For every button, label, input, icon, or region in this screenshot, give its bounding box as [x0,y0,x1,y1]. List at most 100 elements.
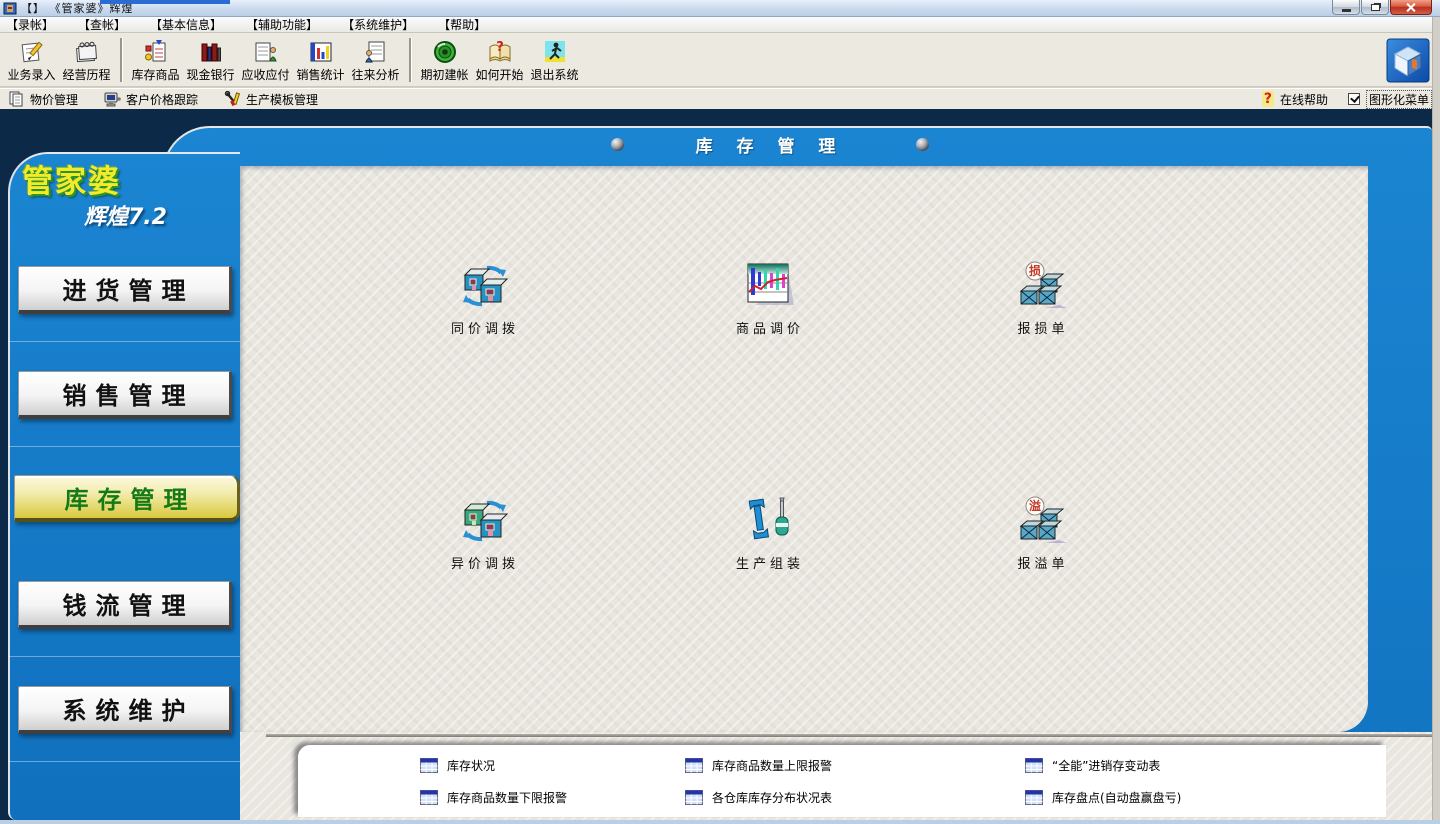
minimize-button[interactable] [1332,0,1360,15]
table-icon [1025,758,1043,773]
toolbar-separator [409,38,411,82]
main-area: 管家婆 辉煌7.2 进货管理 销售管理 库存管理 钱流管理 系统维护 库 存 管… [0,109,1440,824]
graphic-menu-label[interactable]: 图形化菜单 [1366,90,1432,109]
icon-goods-price-adjust[interactable]: 商品调价 [700,261,840,337]
window-bottom-border [0,820,1440,824]
sidebar-divider [8,341,240,342]
toolbar-exit-system[interactable]: 退出系统 [527,35,582,85]
sidebar-item-sales[interactable]: 销售管理 [18,371,232,419]
pencil-paper-icon [19,39,45,65]
menu-record[interactable]: 【录帐】 [6,16,54,33]
table-icon [685,758,703,773]
brand-name: 管家婆 [22,156,222,201]
sidebar-item-cashflow[interactable]: 钱流管理 [18,581,232,629]
goods-page-icon [143,39,169,65]
report-warehouse-distribution[interactable]: 各仓库库存分布状况表 [685,781,1025,813]
close-icon [1406,2,1416,12]
close-button[interactable] [1390,0,1432,15]
table-icon [1025,790,1043,805]
question-book-icon: ? [487,39,513,65]
monitor-icon [104,91,121,107]
target-icon [432,39,458,65]
subtoolbar-production-template[interactable]: 生产模板管理 [224,91,318,108]
sidebar-divider [8,446,240,447]
menu-system-maintain[interactable]: 【系统维护】 [342,16,414,33]
menu-bar: 【录帐】 【查帐】 【基本信息】 【辅助功能】 【系统维护】 【帮助】 [0,17,1440,33]
online-help-link[interactable]: 在线帮助 [1280,91,1328,108]
sidebar-divider [8,761,240,762]
sub-toolbar: 物价管理 客户价格跟踪 生产模板管理 ? 在线帮助 [0,88,1440,109]
cash-books-icon [198,39,224,65]
toolbar-initial-setup[interactable]: 期初建帐 [417,35,472,85]
table-icon [420,790,438,805]
toolbar: 业务录入 经营历程 库存商品 [0,33,1440,87]
lower-strip: 库存状况 库存商品数量上限报警 “全能”进销 [240,732,1432,820]
menu-query[interactable]: 【查帐】 [78,16,126,33]
tools-icon [224,91,241,107]
page-figure-icon [363,39,389,65]
window-right-border [1432,17,1440,824]
horizontal-divider [266,734,1432,737]
brand-logo: 管家婆 辉煌7.2 [22,156,222,231]
svg-text:溢: 溢 [1029,498,1041,513]
icon-diff-price-transfer[interactable]: 异价调拨 [415,496,555,572]
app-icon [3,1,17,15]
toolbar-separator [120,38,122,82]
svg-text:?: ? [496,40,504,55]
sidebar-item-purchase[interactable]: 进货管理 [18,266,232,314]
brand-version: 辉煌7.2 [84,199,222,231]
content-paper-area [240,166,1368,732]
icon-production-assembly[interactable]: 生产组装 [700,496,840,572]
page-title: 库 存 管 理 [696,132,845,157]
page-title-row: 库 存 管 理 [206,131,1334,157]
exit-runner-icon [542,39,568,65]
menu-aux-functions[interactable]: 【辅助功能】 [246,16,318,33]
toolbar-business-entry[interactable]: 业务录入 [4,35,59,85]
minimize-icon [1342,9,1351,12]
brand-cube-icon [1386,37,1430,83]
bar-chart-icon [308,39,334,65]
price-chart-icon [742,261,798,311]
icon-same-price-transfer[interactable]: 同价调拨 [415,261,555,337]
toolbar-cash-bank[interactable]: 现金银行 [183,35,238,85]
damage-boxes-icon: 损 [1015,261,1071,311]
toolbar-receivable-payable[interactable]: 应收应付 [238,35,293,85]
report-inventory-status[interactable]: 库存状况 [420,749,685,781]
icon-overflow-report[interactable]: 溢 报溢单 [973,496,1113,572]
title-bar: 【】 《管家婆》辉煌 [0,0,1440,17]
sphere-icon [611,138,624,151]
documents-icon [8,91,25,107]
report-lower-limit-alert[interactable]: 库存商品数量下限报警 [420,781,685,813]
restore-icon [1371,4,1380,11]
toolbar-business-history[interactable]: 经营历程 [59,35,114,85]
page-person-icon [253,39,279,65]
report-omnipotent-change-table[interactable]: “全能”进销存变动表 [1025,749,1386,781]
sidebar-item-inventory[interactable]: 库存管理 [14,475,240,522]
menu-help[interactable]: 【帮助】 [438,16,486,33]
titlebar-accent [100,0,230,4]
subtoolbar-customer-price-tracking[interactable]: 客户价格跟踪 [104,91,198,108]
report-stocktaking[interactable]: 库存盘点(自动盘赢盘亏) [1025,781,1386,813]
graphic-menu-checkbox[interactable] [1348,93,1360,105]
sidebar-divider [8,656,240,657]
help-question-icon: ? [1262,91,1274,107]
toolbar-transaction-analysis[interactable]: 往来分析 [348,35,403,85]
toolbar-how-to-start[interactable]: ? 如何开始 [472,35,527,85]
table-icon [420,758,438,773]
icon-damage-report[interactable]: 损 报损单 [973,261,1113,337]
overflow-boxes-icon: 溢 [1015,496,1071,546]
menu-basic-info[interactable]: 【基本信息】 [150,16,222,33]
notebook-icon [74,39,100,65]
sidebar-item-system[interactable]: 系统维护 [18,686,232,734]
toolbar-inventory-goods[interactable]: 库存商品 [128,35,183,85]
wrench-screwdriver-icon [742,496,798,546]
report-panel: 库存状况 库存商品数量上限报警 “全能”进销 [298,745,1386,817]
app-window: 【】 《管家婆》辉煌 【录帐】 【查帐】 【基本信息】 【辅助功能】 【系统维护… [0,0,1440,824]
restore-button[interactable] [1361,0,1389,15]
warehouse-transfer-green-icon [457,496,513,546]
subtoolbar-price-management[interactable]: 物价管理 [8,91,78,108]
toolbar-sales-stats[interactable]: 销售统计 [293,35,348,85]
sphere-icon [916,138,929,151]
svg-text:损: 损 [1029,263,1041,278]
report-upper-limit-alert[interactable]: 库存商品数量上限报警 [685,749,1025,781]
